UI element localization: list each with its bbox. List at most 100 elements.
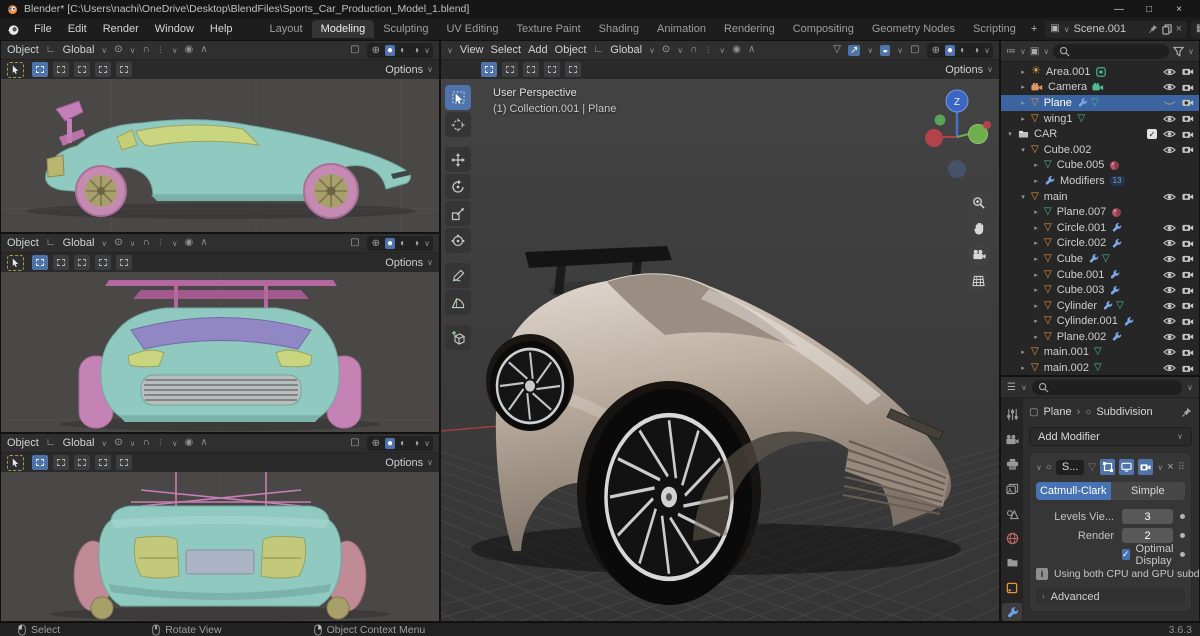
- select-mode-intersect[interactable]: [116, 62, 132, 77]
- expand-arrow-icon[interactable]: ▸: [1018, 68, 1028, 76]
- scene-selector[interactable]: ▣ ∨ Scene.001 ×: [1045, 20, 1187, 38]
- mode-dropdown[interactable]: Object: [7, 44, 39, 56]
- viewport-rear[interactable]: Object ∟ Global ∨ ⊙ ∨ ∩ ⋮ ∨ ◉ ∧ ▢ ⊕ ● ◐ ◑ ∨ Opt…: [0, 433, 440, 622]
- select-mode-invert[interactable]: [95, 455, 111, 470]
- select-mode-extend[interactable]: [53, 62, 69, 77]
- eye-icon[interactable]: [1163, 254, 1176, 264]
- eye-icon[interactable]: [1163, 301, 1176, 311]
- snap-magnet-icon[interactable]: ∩: [143, 238, 150, 248]
- snap-options-icon[interactable]: ⋮: [157, 239, 165, 247]
- options-dropdown[interactable]: Options: [945, 64, 983, 76]
- eye-closed-icon[interactable]: [1163, 98, 1176, 108]
- render-visibility-icon[interactable]: [1182, 348, 1194, 357]
- render-visibility-icon[interactable]: [1182, 67, 1194, 76]
- eye-icon[interactable]: [1163, 129, 1176, 139]
- workspace-tab-scripting[interactable]: Scripting: [964, 20, 1025, 38]
- workspace-tab-rendering[interactable]: Rendering: [715, 20, 784, 38]
- falloff-curve-icon[interactable]: ∧: [200, 238, 207, 248]
- workspace-tab-texture-paint[interactable]: Texture Paint: [507, 20, 589, 38]
- viewport-menu-object[interactable]: Object: [555, 44, 587, 56]
- render-visibility-icon[interactable]: [1182, 364, 1194, 373]
- workspace-tab-uv-editing[interactable]: UV Editing: [437, 20, 507, 38]
- drag-handle-icon[interactable]: ⠿: [1178, 462, 1185, 473]
- overlays-toggle-icon[interactable]: ◒: [880, 44, 891, 56]
- snap-magnet-icon[interactable]: ∩: [143, 438, 150, 448]
- outliner-item-area.001[interactable]: ▸ ☀ Area.001: [1001, 64, 1199, 80]
- shading-wireframe-icon[interactable]: ⊕: [930, 45, 942, 56]
- render-visibility-icon[interactable]: [1182, 254, 1194, 263]
- nav-zoom-button[interactable]: [967, 191, 990, 214]
- simple-button[interactable]: Simple: [1110, 482, 1185, 500]
- maximize-button[interactable]: □: [1134, 4, 1164, 15]
- select-mode-invert[interactable]: [544, 62, 560, 77]
- render-visibility-icon[interactable]: [1182, 301, 1194, 310]
- expand-arrow-icon[interactable]: ▸: [1018, 83, 1028, 91]
- eye-icon[interactable]: [1163, 223, 1176, 233]
- select-mode-new[interactable]: [32, 255, 48, 270]
- options-dropdown[interactable]: Options: [385, 257, 423, 269]
- properties-tab-scene[interactable]: [1002, 505, 1022, 523]
- options-dropdown[interactable]: Options: [385, 457, 423, 469]
- eye-icon[interactable]: [1163, 363, 1176, 373]
- optimal-display-checkbox[interactable]: ✓: [1122, 549, 1130, 560]
- shading-rendered-icon[interactable]: ◑: [411, 238, 421, 249]
- orientation-dropdown[interactable]: Global: [610, 44, 642, 56]
- viewport-side[interactable]: Object ∟ Global ∨ ⊙ ∨ ∩ ⋮ ∨ ◉ ∧ ▢ ⊕ ● ◐ ◑ ∨ Opt…: [0, 40, 440, 233]
- expand-arrow-icon[interactable]: ▸: [1031, 224, 1041, 232]
- outliner-item-cube[interactable]: ▸ ▽ Cube ▽: [1001, 251, 1199, 267]
- properties-tab-collection[interactable]: [1002, 554, 1022, 572]
- outliner-item-cube.001[interactable]: ▸ ▽ Cube.001: [1001, 267, 1199, 283]
- falloff-curve-icon[interactable]: ∧: [200, 45, 207, 55]
- workspace-tab-sculpting[interactable]: Sculpting: [374, 20, 437, 38]
- xray-toggle-icon[interactable]: ▢: [350, 438, 359, 448]
- eye-icon[interactable]: [1163, 347, 1176, 357]
- outliner-item-main.002[interactable]: ▸ ▽ main.002 ▽: [1001, 360, 1199, 375]
- modifier-extras-icon[interactable]: ∨: [1157, 463, 1163, 472]
- properties-tab-world[interactable]: [1002, 529, 1022, 547]
- eye-icon[interactable]: [1163, 285, 1176, 295]
- shading-rendered-icon[interactable]: ◑: [411, 45, 421, 56]
- outliner-display-mode-icon[interactable]: ≔: [1006, 46, 1016, 57]
- tool-cursor[interactable]: [445, 112, 471, 137]
- render-levels-field[interactable]: 2: [1122, 528, 1173, 543]
- eye-icon[interactable]: [1163, 82, 1176, 92]
- tool-rotate[interactable]: [445, 174, 471, 199]
- render-toggle-icon[interactable]: [1138, 459, 1154, 475]
- outliner-item-circle.001[interactable]: ▸ ▽ Circle.001: [1001, 220, 1199, 236]
- tool-annotate[interactable]: [445, 263, 471, 288]
- outliner-item-cylinder[interactable]: ▸ ▽ Cylinder ▽: [1001, 298, 1199, 314]
- expand-arrow-icon[interactable]: ▾: [1018, 193, 1028, 201]
- active-tool-icon[interactable]: [7, 454, 24, 471]
- outliner-item-camera[interactable]: ▸ Camera: [1001, 80, 1199, 96]
- snap-magnet-icon[interactable]: ∩: [143, 45, 150, 55]
- render-visibility-icon[interactable]: [1182, 332, 1194, 341]
- collection-checkbox[interactable]: ✓: [1147, 129, 1157, 140]
- menu-help[interactable]: Help: [202, 20, 241, 38]
- workspace-tab-layout[interactable]: Layout: [261, 20, 312, 38]
- navigation-gizmo[interactable]: Z: [921, 85, 993, 185]
- animate-dot[interactable]: [1180, 533, 1185, 538]
- show-gizmo-icon[interactable]: ▽: [833, 45, 841, 55]
- add-modifier-button[interactable]: Add Modifier ∨: [1029, 427, 1192, 446]
- menu-window[interactable]: Window: [147, 20, 202, 38]
- pivot-point-icon[interactable]: ⊙: [662, 45, 670, 55]
- add-workspace-button[interactable]: +: [1025, 20, 1043, 38]
- select-mode-subtract[interactable]: [74, 255, 90, 270]
- select-mode-intersect[interactable]: [116, 455, 132, 470]
- xray-toggle-icon[interactable]: ▢: [350, 238, 359, 248]
- viewlayer-selector[interactable]: ▦∨ViewLayer×: [1191, 20, 1200, 38]
- tool-add-cube[interactable]: [445, 325, 471, 350]
- shading-material-icon[interactable]: ◐: [398, 45, 408, 56]
- shading-material-icon[interactable]: ◐: [398, 238, 408, 249]
- workspace-tab-compositing[interactable]: Compositing: [784, 20, 863, 38]
- viewport-main[interactable]: ∨ View Select Add Object ∟ Global ∨ ⊙ ∨ ∩ ⋮ ∨ ◉ ∧ ▽ …: [440, 40, 1000, 622]
- workspace-tab-shading[interactable]: Shading: [590, 20, 648, 38]
- select-mode-new[interactable]: [481, 62, 497, 77]
- nav-pan-hand-button[interactable]: [967, 217, 990, 240]
- levels-viewport-field[interactable]: 3: [1122, 509, 1173, 524]
- properties-search-input[interactable]: [1031, 379, 1183, 395]
- render-visibility-icon[interactable]: [1182, 145, 1194, 154]
- breadcrumb-object[interactable]: Plane: [1043, 406, 1071, 418]
- viewport-front[interactable]: Object ∟ Global ∨ ⊙ ∨ ∩ ⋮ ∨ ◉ ∧ ▢ ⊕ ● ◐ ◑ ∨ Opt…: [0, 233, 440, 433]
- workspace-tab-geometry-nodes[interactable]: Geometry Nodes: [863, 20, 964, 38]
